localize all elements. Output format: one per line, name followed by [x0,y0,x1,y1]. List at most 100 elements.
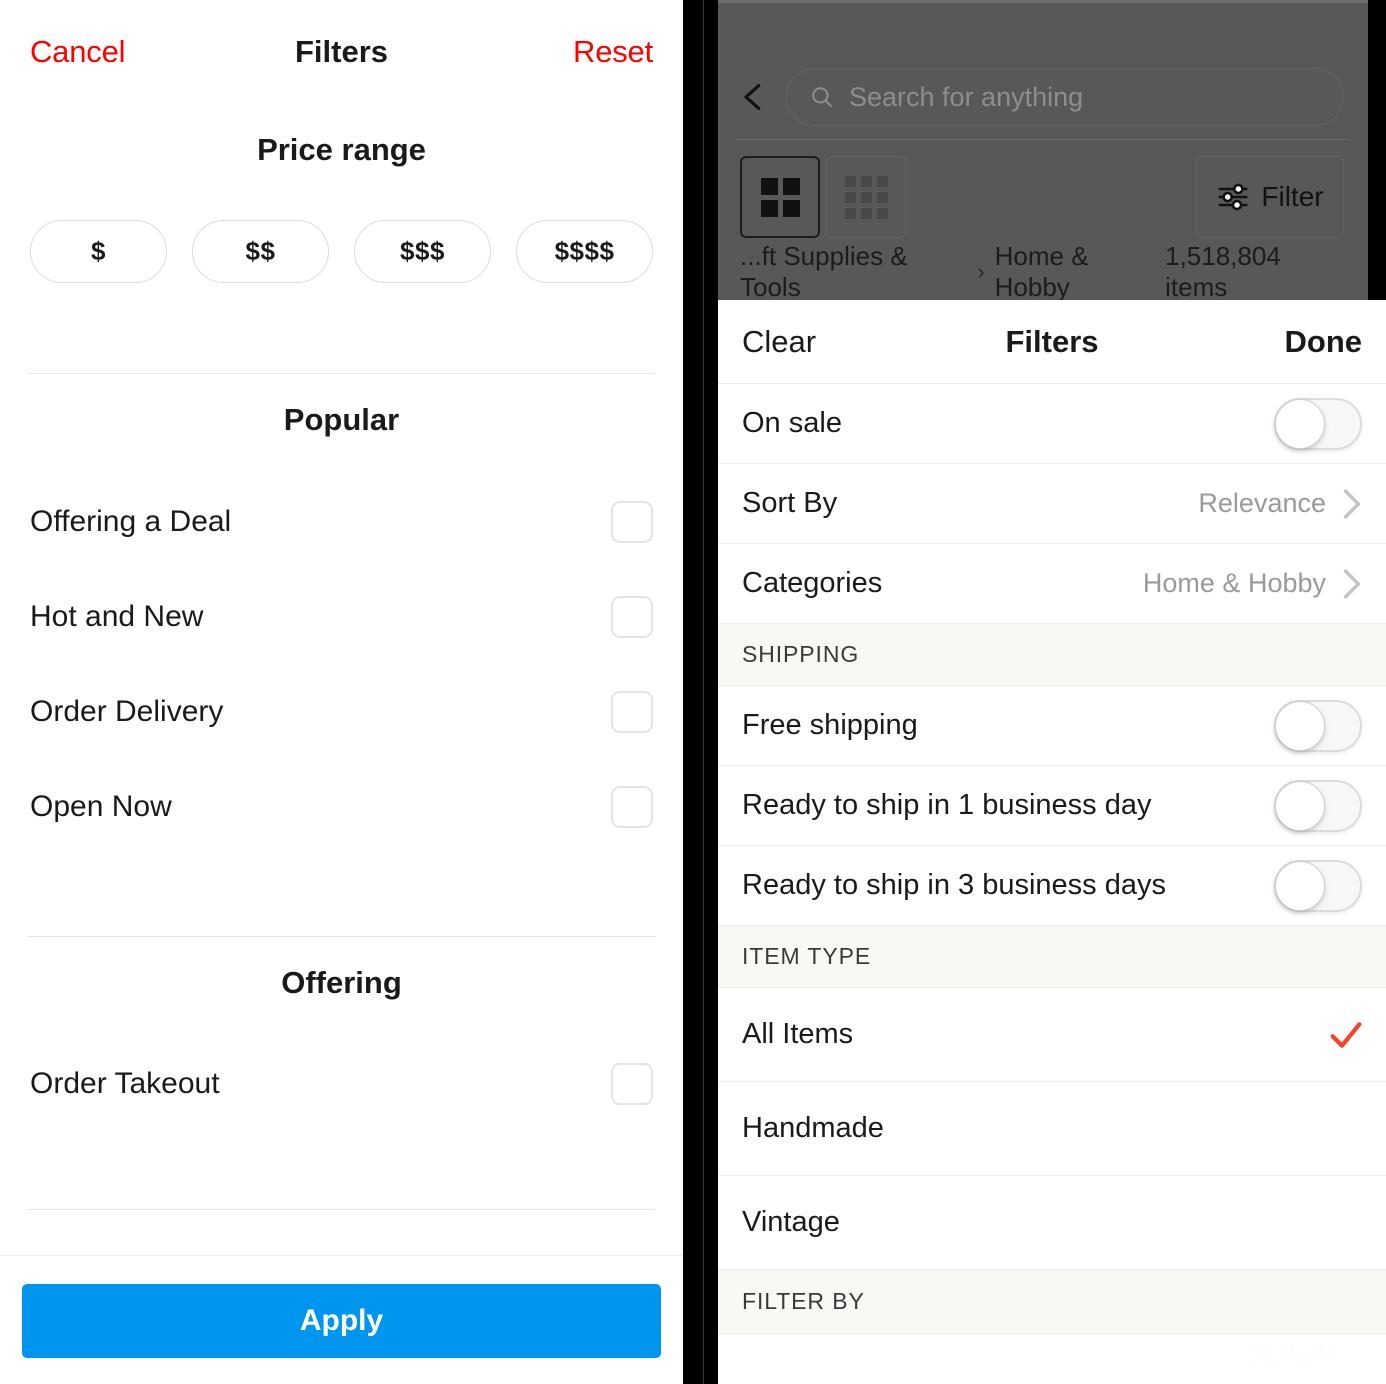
price-pill-2[interactable]: $$ [192,220,329,283]
filter-row-categories[interactable]: Categories Home & Hobby [718,544,1386,624]
search-bar-row: Search for anything [718,66,1368,128]
done-button[interactable]: Done [1285,324,1363,360]
reset-button[interactable]: Reset [573,34,653,70]
price-pill-4[interactable]: $$$$ [516,220,653,283]
offering-heading: Offering [281,965,402,1000]
section-header-item-type: ITEM TYPE [718,926,1386,988]
checkbox-open-now[interactable] [611,785,653,828]
breadcrumb-prefix: ...ft Supplies & Tools [740,241,908,302]
section-header-label: FILTER BY [742,1288,865,1314]
breadcrumb[interactable]: ...ft Supplies & Tools › Home & Hobby 1,… [718,241,1368,302]
grid-2x2-icon [760,177,800,217]
filter-row-sort-by[interactable]: Sort By Relevance [718,464,1386,544]
right-filters-panel: Search for anything Filter ...ft Supplie… [718,0,1386,1384]
popular-filter-list: Offering a Deal Hot and New Order Delive… [0,474,683,854]
filter-row-handmade[interactable]: Handmade [718,1082,1386,1176]
section-divider [28,373,655,374]
row-label: Categories [742,567,883,599]
section-divider [28,1209,655,1210]
toggle-knob [1275,700,1325,751]
panel-gutter [683,0,718,1384]
filter-row-order-takeout[interactable]: Order Takeout [0,1036,683,1131]
sheet-header: Clear Filters Done [718,300,1386,384]
toggle-knob [1275,398,1325,449]
search-input[interactable]: Search for anything [786,68,1344,126]
row-label: Ready to ship in 3 business days [742,869,1166,901]
toggle-knob [1275,780,1325,831]
gutter-divider-line [703,0,704,1384]
price-pill-1[interactable]: $ [30,220,167,283]
row-label: All Items [742,1018,854,1050]
chevron-right-icon [1343,488,1361,519]
checkmark-icon [1330,1021,1362,1048]
filter-row-all-items[interactable]: All Items [718,988,1386,1082]
filter-row-free-shipping[interactable]: Free shipping [718,686,1386,766]
toggle-ship-3-days[interactable] [1274,859,1362,912]
item-count: 1,518,804 items [1165,241,1281,302]
back-chevron-icon[interactable] [736,80,770,114]
header-separator [736,139,1350,140]
apply-button-bar: Apply [0,1255,683,1384]
filter-row-on-sale[interactable]: On sale [718,384,1386,464]
checkbox-order-delivery[interactable] [611,690,653,733]
filter-row-vintage[interactable]: Vintage [718,1176,1386,1270]
search-icon [812,87,833,108]
view-toolbar: Filter [718,155,1368,239]
filter-button[interactable]: Filter [1196,156,1344,238]
chevron-right-icon [1343,568,1361,599]
section-header-label: SHIPPING [742,641,860,667]
price-pill-3[interactable]: $$$ [354,220,491,283]
filter-label: Order Delivery [30,694,224,728]
checkbox-order-takeout[interactable] [611,1062,653,1105]
breadcrumb-separator-icon: › [977,259,985,284]
filter-row-hot-and-new[interactable]: Hot and New [0,569,683,664]
section-header-shipping: SHIPPING [718,624,1386,686]
toggle-on-sale[interactable] [1274,397,1362,450]
grid-2x2-view-button[interactable] [740,156,820,238]
sort-by-value: Relevance [1198,488,1326,518]
toggle-free-shipping[interactable] [1274,699,1362,752]
screenshot-root: Cancel Filters Reset Price range $ $$ $$… [0,0,1386,1384]
header-right-strip [1368,0,1386,300]
search-placeholder-text: Search for anything [849,81,1084,112]
popular-heading: Popular [283,402,400,437]
toggle-ship-1-day[interactable] [1274,779,1362,832]
left-panel-topbar: Cancel Filters Reset [0,0,683,104]
filter-label: Order Takeout [30,1066,220,1100]
filter-label: Offering a Deal [30,504,232,538]
filter-row-ship-1-day[interactable]: Ready to ship in 1 business day [718,766,1386,846]
clear-button[interactable]: Clear [742,324,816,360]
grid-3x3-icon [844,175,888,219]
row-label: Free shipping [742,709,918,741]
grid-3x3-view-button[interactable] [826,156,906,238]
section-header-filter-by: FILTER BY [718,1270,1386,1334]
section-divider [28,936,655,937]
checkbox-hot-and-new[interactable] [611,595,653,638]
apply-button[interactable]: Apply [22,1284,661,1358]
filter-label: Hot and New [30,599,204,633]
row-label: Handmade [742,1112,884,1144]
left-filters-panel: Cancel Filters Reset Price range $ $$ $$… [0,0,683,1384]
filter-row-ship-3-days[interactable]: Ready to ship in 3 business days [718,846,1386,926]
row-label: On sale [742,407,842,439]
filter-row-open-now[interactable]: Open Now [0,759,683,854]
filters-sheet: Clear Filters Done On sale Sort By Relev… [718,300,1386,1384]
toggle-knob [1275,860,1325,911]
tune-sliders-icon [1218,183,1248,211]
checkbox-offering-a-deal[interactable] [611,500,653,543]
filter-row-offering-a-deal[interactable]: Offering a Deal [0,474,683,569]
offering-filter-list: Order Takeout [0,1036,683,1131]
cancel-button[interactable]: Cancel [30,34,125,70]
header-top-hairline [718,0,1368,3]
categories-value: Home & Hobby [1142,568,1326,598]
filter-row-order-delivery[interactable]: Order Delivery [0,664,683,759]
price-range-options: $ $$ $$$ $$$$ [0,220,683,283]
row-label: Vintage [742,1206,840,1238]
filter-button-label: Filter [1261,181,1324,212]
breadcrumb-current: Home & Hobby [994,241,1089,302]
row-label: Sort By [742,487,838,519]
filter-label: Open Now [30,789,172,823]
row-label: Ready to ship in 1 business day [742,789,1152,821]
price-range-heading: Price range [257,132,426,167]
section-header-label: ITEM TYPE [742,943,872,969]
